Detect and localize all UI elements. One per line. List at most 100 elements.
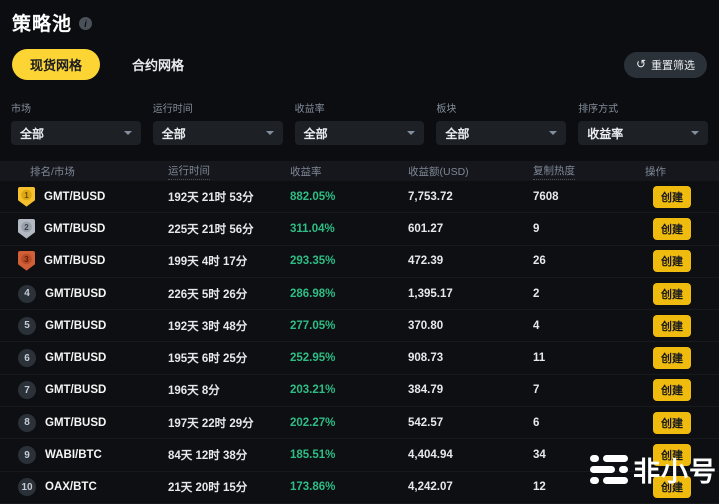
roi-cell: 185.51% [290, 449, 408, 461]
table-row: 9 WABI/BTC 84天 12时 38分 185.51% 4,404.94 … [0, 439, 719, 471]
market-pair: GMT/BUSD [44, 191, 105, 203]
profit-cell: 4,242.07 [408, 481, 533, 493]
market-pair: GMT/BUSD [45, 288, 106, 300]
runtime-cell: 21天 20时 15分 [168, 479, 290, 495]
profit-cell: 908.73 [408, 352, 533, 364]
market-pair: GMT/BUSD [45, 417, 106, 429]
action-cell: 创建 [645, 283, 701, 305]
create-button[interactable]: 创建 [653, 444, 691, 466]
rank-pair-cell: 4 GMT/BUSD [18, 285, 168, 303]
filter-3: 板块 全部 [436, 100, 566, 145]
filter-dropdown[interactable]: 全部 [153, 121, 283, 145]
column-header: 运行时间 [168, 163, 290, 180]
rank-pair-cell: 2 GMT/BUSD [18, 219, 168, 239]
medal-bronze-icon: 3 [18, 251, 35, 271]
filter-label: 排序方式 [578, 100, 708, 115]
action-cell: 创建 [645, 218, 701, 240]
rank-badge: 3 [18, 251, 35, 271]
strategy-table: 排名/市场运行时间收益率收益额(USD)复制热度操作 1 GMT/BUSD 19… [0, 161, 719, 504]
chevron-down-icon [266, 131, 274, 135]
reset-icon: ↺ [636, 58, 646, 70]
filter-value: 全部 [304, 125, 328, 142]
create-button[interactable]: 创建 [653, 412, 691, 434]
create-button[interactable]: 创建 [653, 283, 691, 305]
copies-cell: 34 [533, 449, 645, 461]
filter-4: 排序方式 收益率 [578, 100, 708, 145]
table-row: 8 GMT/BUSD 197天 22时 29分 202.27% 542.57 6… [0, 407, 719, 439]
tab-1[interactable]: 合约网格 [114, 49, 202, 80]
rank-badge: 4 [18, 285, 36, 303]
filter-dropdown[interactable]: 全部 [436, 121, 566, 145]
svg-text:3: 3 [24, 255, 29, 264]
tabs-row: 现货网格合约网格 ↺ 重置筛选 [0, 49, 719, 80]
medal-gold-icon: 1 [18, 187, 35, 207]
chevron-down-icon [124, 131, 132, 135]
table-row: 5 GMT/BUSD 192天 3时 48分 277.05% 370.80 4 … [0, 310, 719, 342]
filter-value: 收益率 [587, 125, 623, 142]
filter-value: 全部 [20, 125, 44, 142]
column-header: 复制热度 [533, 163, 645, 180]
profit-cell: 370.80 [408, 320, 533, 332]
copies-cell: 7 [533, 384, 645, 396]
rank-badge: 10 [18, 478, 36, 496]
runtime-cell: 196天 8分 [168, 382, 290, 398]
table-row: 2 GMT/BUSD 225天 21时 56分 311.04% 601.27 9… [0, 213, 719, 245]
create-button[interactable]: 创建 [653, 218, 691, 240]
create-button[interactable]: 创建 [653, 250, 691, 272]
market-pair: OAX/BTC [45, 481, 97, 493]
filter-dropdown[interactable]: 收益率 [578, 121, 708, 145]
market-pair: GMT/BUSD [44, 255, 105, 267]
create-button[interactable]: 创建 [653, 186, 691, 208]
action-cell: 创建 [645, 412, 701, 434]
runtime-cell: 197天 22时 29分 [168, 415, 290, 431]
runtime-cell: 192天 21时 53分 [168, 189, 290, 205]
market-pair: GMT/BUSD [45, 320, 106, 332]
runtime-cell: 225天 21时 56分 [168, 221, 290, 237]
table-header-row: 排名/市场运行时间收益率收益额(USD)复制热度操作 [0, 161, 719, 181]
profit-cell: 601.27 [408, 223, 533, 235]
action-cell: 创建 [645, 186, 701, 208]
create-button[interactable]: 创建 [653, 476, 691, 498]
action-cell: 创建 [645, 379, 701, 401]
chevron-down-icon [691, 131, 699, 135]
rank-badge: 6 [18, 349, 36, 367]
rank-badge: 7 [18, 381, 36, 399]
tab-0[interactable]: 现货网格 [12, 49, 100, 80]
copies-cell: 7608 [533, 191, 645, 203]
table-row: 6 GMT/BUSD 195天 6时 25分 252.95% 908.73 11… [0, 342, 719, 374]
rank-pair-cell: 6 GMT/BUSD [18, 349, 168, 367]
copies-cell: 11 [533, 352, 645, 364]
filter-dropdown[interactable]: 全部 [295, 121, 425, 145]
info-icon[interactable]: i [79, 17, 92, 30]
table-row: 7 GMT/BUSD 196天 8分 203.21% 384.79 7 创建 [0, 375, 719, 407]
filter-2: 收益率 全部 [295, 100, 425, 145]
rank-pair-cell: 8 GMT/BUSD [18, 414, 168, 432]
rank-pair-cell: 3 GMT/BUSD [18, 251, 168, 271]
create-button[interactable]: 创建 [653, 347, 691, 369]
create-button[interactable]: 创建 [653, 315, 691, 337]
roi-cell: 882.05% [290, 191, 408, 203]
profit-cell: 1,395.17 [408, 288, 533, 300]
filter-label: 板块 [436, 100, 566, 115]
create-button[interactable]: 创建 [653, 379, 691, 401]
table-row: 1 GMT/BUSD 192天 21时 53分 882.05% 7,753.72… [0, 181, 719, 213]
column-header: 排名/市场 [18, 164, 168, 179]
filter-dropdown[interactable]: 全部 [11, 121, 141, 145]
profit-cell: 472.39 [408, 255, 533, 267]
roi-cell: 286.98% [290, 288, 408, 300]
filter-label: 收益率 [295, 100, 425, 115]
page-header: 策略池 i [0, 0, 719, 36]
rank-pair-cell: 7 GMT/BUSD [18, 381, 168, 399]
runtime-cell: 199天 4时 17分 [168, 253, 290, 269]
copies-cell: 9 [533, 223, 645, 235]
copies-cell: 6 [533, 417, 645, 429]
action-cell: 创建 [645, 476, 701, 498]
reset-filters-button[interactable]: ↺ 重置筛选 [624, 52, 707, 78]
column-header: 收益率 [290, 164, 408, 179]
action-cell: 创建 [645, 250, 701, 272]
copies-cell: 2 [533, 288, 645, 300]
svg-text:2: 2 [24, 223, 29, 232]
copies-cell: 12 [533, 481, 645, 493]
roi-cell: 293.35% [290, 255, 408, 267]
medal-silver-icon: 2 [18, 219, 35, 239]
